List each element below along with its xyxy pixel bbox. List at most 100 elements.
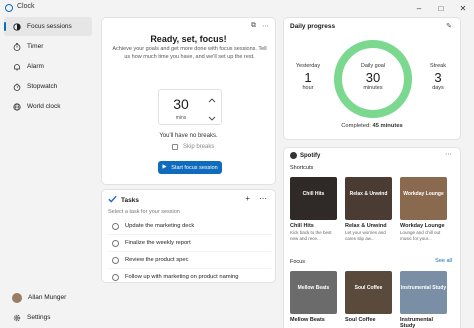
playlist-card[interactable]: Workday Lounge Workday Lounge Lounge and…	[400, 177, 447, 241]
completed-value: 45 minutes	[372, 123, 403, 129]
app-title: Clock	[17, 3, 35, 10]
start-focus-button[interactable]: Start focus session	[158, 161, 222, 174]
playlist-name: Mellow Beats	[290, 317, 325, 323]
playlist-cover[interactable]: Relax & Unwind	[345, 177, 392, 220]
edit-pencil-icon[interactable]: ✎	[446, 22, 452, 30]
yesterday-value: 1	[304, 70, 312, 85]
shortcuts-label: Shortcuts	[290, 165, 314, 171]
task-item[interactable]: Finalize the weekly report	[108, 235, 271, 252]
playlist-name: Relax & Unwind	[345, 223, 387, 229]
goal-label: Daily goal	[360, 63, 386, 69]
playlist-description: Lounge and chill out music for your...	[400, 230, 441, 241]
more-options-icon[interactable]: ⋯	[445, 150, 452, 158]
task-select-prompt[interactable]: Select a task for your session	[108, 209, 180, 215]
sidebar-item-focus-sessions[interactable]: Focus sessions	[4, 17, 92, 36]
playlist-card[interactable]: Relax & Unwind Relax & Unwind Let your w…	[345, 177, 392, 241]
see-all-link[interactable]: See all	[435, 258, 452, 264]
chevron-down-icon[interactable]	[208, 108, 216, 126]
more-options-icon[interactable]: ⋯	[262, 22, 269, 30]
maximize-icon[interactable]: □	[430, 0, 452, 16]
tasks-actions: + ⋯	[245, 194, 267, 203]
playlist-card[interactable]: Chill Hits Chill Hits Kick back to the b…	[290, 177, 337, 241]
task-complete-circle[interactable]	[112, 273, 119, 281]
streak-stat: Streak 3 days	[420, 63, 456, 91]
more-options-icon[interactable]: ⋯	[259, 194, 267, 203]
sidebar-item-label: Stopwatch	[27, 83, 58, 90]
completed-label: Completed:	[341, 123, 371, 129]
title-bar: Clock – □ ✕	[0, 0, 474, 16]
task-complete-circle[interactable]	[112, 256, 119, 264]
streak-label: Streak	[430, 63, 446, 69]
tasks-header: Tasks	[108, 195, 139, 205]
task-item[interactable]: Review the product spec	[108, 252, 271, 269]
playlist-cover[interactable]: Instrumental Study	[400, 271, 447, 314]
focus-session-card: ⧉ ⋯ Ready, set, focus! Achieve your goal…	[101, 17, 276, 185]
alarm-icon	[12, 62, 21, 71]
minutes-stepper[interactable]: 30 mins	[158, 89, 222, 125]
play-icon	[162, 164, 167, 171]
cover-title: Chill Hits	[302, 191, 325, 197]
task-complete-circle[interactable]	[112, 222, 119, 230]
stepper-arrows	[203, 90, 221, 124]
focus-icon	[12, 22, 21, 31]
cover-title: Workday Lounge	[403, 191, 444, 197]
focus-title: Ready, set, focus!	[150, 34, 227, 44]
goal-unit: minutes	[363, 85, 383, 91]
tasks-card: Tasks + ⋯ Select a task for your session…	[101, 189, 276, 286]
playlist-card[interactable]: Soul Coffee Soul Coffee	[345, 271, 392, 328]
sidebar-item-stopwatch[interactable]: Stopwatch	[4, 77, 92, 96]
checkbox-box[interactable]	[172, 144, 178, 150]
tasks-title: Tasks	[121, 196, 139, 204]
add-icon[interactable]: +	[245, 194, 250, 203]
playlist-cover[interactable]: Workday Lounge	[400, 177, 447, 220]
playlist-card[interactable]: Instrumental Study Instrumental Study	[400, 271, 447, 328]
sidebar-item-alarm[interactable]: Alarm	[4, 57, 92, 76]
break-info: You'll have no breaks.	[159, 133, 218, 139]
skip-breaks-checkbox[interactable]: Skip breaks	[172, 144, 214, 150]
gear-icon	[12, 313, 21, 322]
minutes-value[interactable]: 30	[159, 96, 203, 112]
task-complete-circle[interactable]	[112, 239, 119, 247]
task-label: Finalize the weekly report	[125, 240, 191, 246]
yesterday-label: Yesterday	[295, 63, 321, 69]
timer-icon	[12, 42, 21, 51]
playlist-cover[interactable]: Mellow Beats	[290, 271, 337, 314]
cover-title: Soul Coffee	[354, 285, 383, 291]
spotify-logo-icon	[290, 152, 297, 159]
focus-row: Mellow Beats Mellow Beats Soul Coffee So…	[290, 271, 447, 328]
cover-title: Relax & Unwind	[349, 191, 388, 197]
sidebar-item-settings[interactable]: Settings	[4, 308, 92, 327]
sidebar-item-label: World clock	[27, 103, 61, 110]
playlist-cover[interactable]: Soul Coffee	[345, 271, 392, 314]
minutes-unit: mins	[175, 115, 187, 121]
sidebar-item-timer[interactable]: Timer	[4, 37, 92, 56]
user-account[interactable]: Allan Munger	[4, 288, 92, 307]
yesterday-stat: Yesterday 1 hour	[290, 63, 326, 91]
task-list: Update the marketing deck Finalize the w…	[108, 218, 271, 286]
chevron-up-icon[interactable]	[208, 90, 216, 108]
start-button-label: Start focus session	[171, 164, 218, 171]
sidebar-item-world-clock[interactable]: World clock	[4, 97, 92, 116]
task-item[interactable]: Update the marketing deck	[108, 218, 271, 235]
playlist-name: Chill Hits	[290, 223, 314, 229]
goal-stat: Daily goal 30 minutes	[332, 63, 414, 91]
window-controls: – □ ✕	[408, 0, 474, 16]
stopwatch-icon	[12, 82, 21, 91]
sidebar-item-label: Alarm	[27, 63, 44, 70]
streak-value: 3	[434, 70, 442, 85]
yesterday-unit: hour	[302, 85, 314, 91]
expand-icon[interactable]: ⧉	[251, 22, 256, 30]
minimize-icon[interactable]: –	[408, 0, 430, 16]
task-item[interactable]: Follow up with marketing on product nami…	[108, 269, 271, 286]
progress-title: Daily progress	[290, 23, 336, 30]
playlist-name: Workday Lounge	[400, 223, 445, 229]
focus-description: Achieve your goals and get more done wit…	[112, 46, 267, 60]
playlist-cover[interactable]: Chill Hits	[290, 177, 337, 220]
completed-summary: Completed: 45 minutes	[284, 123, 460, 129]
playlist-description: Kick back to the best new and rece...	[290, 230, 332, 241]
close-icon[interactable]: ✕	[452, 0, 474, 16]
clock-app-icon	[5, 4, 13, 12]
spotify-title: Spotify	[300, 152, 321, 159]
cover-title: Mellow Beats	[297, 285, 330, 291]
playlist-card[interactable]: Mellow Beats Mellow Beats	[290, 271, 337, 328]
